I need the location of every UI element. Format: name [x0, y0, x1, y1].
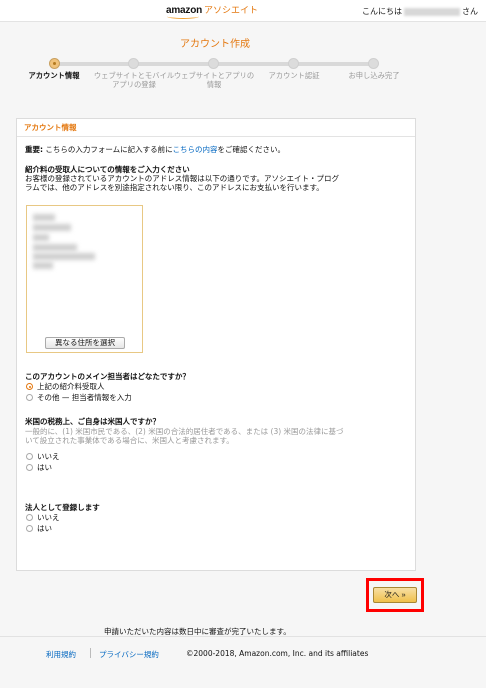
greeting-prefix: こんにちは [362, 7, 402, 16]
main-contact-radio-payee[interactable] [26, 383, 33, 390]
footer: 利用規約 プライバシー規約 ©2000-2018, Amazon.com, In… [0, 636, 486, 688]
step-5-indicator [368, 58, 379, 69]
address-redacted-line [33, 262, 53, 269]
important-label: 重要: [25, 145, 43, 154]
corporation-radio-yes[interactable] [26, 525, 33, 532]
logo-smile-icon [167, 14, 199, 19]
corporation-option-label: はい [37, 524, 52, 533]
main-contact-radio-other[interactable] [26, 394, 33, 401]
address-redacted-line [33, 253, 95, 260]
main-contact-heading: このアカウントのメイン担当者はどなたですか？ [25, 372, 190, 381]
address-redacted-line [33, 214, 55, 221]
step-2-label: ウェブサイトとモバイルアプリの登録 [93, 71, 175, 89]
address-card: 異なる住所を選択 [26, 205, 143, 353]
top-header: amazon アソシエイト こんにちは さん [0, 0, 486, 22]
user-name-redacted [404, 7, 460, 16]
important-notice: 重要: こちらの入力フォームに記入する前にこちらの内容をご確認ください。 [25, 145, 285, 155]
us-tax-description-line-2: いて設立された事業体である場合に、米国人と考慮されます。 [25, 436, 234, 445]
step-4-indicator [288, 58, 299, 69]
corporation-heading: 法人として登録します [25, 503, 100, 512]
address-redacted-line [33, 224, 71, 231]
next-button-highlight: 次へ » [366, 578, 424, 612]
step-3-label: ウェブサイトとアプリの情報 [173, 71, 255, 89]
us-tax-option-label: いいえ [37, 452, 60, 461]
us-tax-radio-yes[interactable] [26, 464, 33, 471]
important-text: こちらの入力フォームに記入する前に [43, 145, 173, 154]
page-title: アカウント作成 [180, 39, 250, 50]
change-address-button[interactable]: 異なる住所を選択 [45, 337, 125, 349]
important-link[interactable]: こちらの内容 [173, 145, 218, 154]
panel-header: アカウント情報 [17, 119, 415, 137]
greeting-suffix: さん [462, 7, 478, 16]
account-info-panel: アカウント情報 重要: こちらの入力フォームに記入する前にこちらの内容をご確認く… [16, 118, 416, 571]
main-contact-option-label: その他 — 担当者情報を入力 [37, 393, 132, 402]
address-redacted-line [33, 234, 49, 241]
payee-description-line-2: ラムでは、他のアドレスを別途指定されない限り、このアドレスにお支払いを行います。 [25, 183, 324, 192]
step-4-label: アカウント認証 [268, 71, 320, 80]
us-tax-radio-no[interactable] [26, 453, 33, 460]
footer-separator [90, 648, 91, 658]
us-tax-heading: 米国の税務上、ご自身は米国人ですか？ [25, 417, 160, 426]
us-tax-option-label: はい [37, 463, 52, 472]
main-contact-option-label: 上記の紹介料受取人 [37, 382, 105, 391]
step-2-indicator [128, 58, 139, 69]
corporation-radio-no[interactable] [26, 514, 33, 521]
address-redacted-line [33, 244, 77, 251]
logo-sub-brand: アソシエイト [204, 5, 259, 15]
step-3-indicator [208, 58, 219, 69]
step-1-indicator [49, 58, 60, 69]
user-greeting: こんにちは さん [362, 6, 478, 17]
footer-copyright: ©2000-2018, Amazon.com, Inc. and its aff… [186, 649, 369, 658]
next-button[interactable]: 次へ » [373, 587, 417, 603]
footer-privacy-link[interactable]: プライバシー規約 [99, 649, 159, 660]
step-1-label: アカウント情報 [28, 71, 80, 80]
amazon-associates-logo[interactable]: amazon アソシエイト [166, 3, 259, 19]
important-suffix: をご確認ください。 [217, 145, 286, 154]
corporation-option-label: いいえ [37, 513, 60, 522]
footer-terms-link[interactable]: 利用規約 [46, 649, 76, 660]
step-5-label: お申し込み完了 [348, 71, 400, 80]
